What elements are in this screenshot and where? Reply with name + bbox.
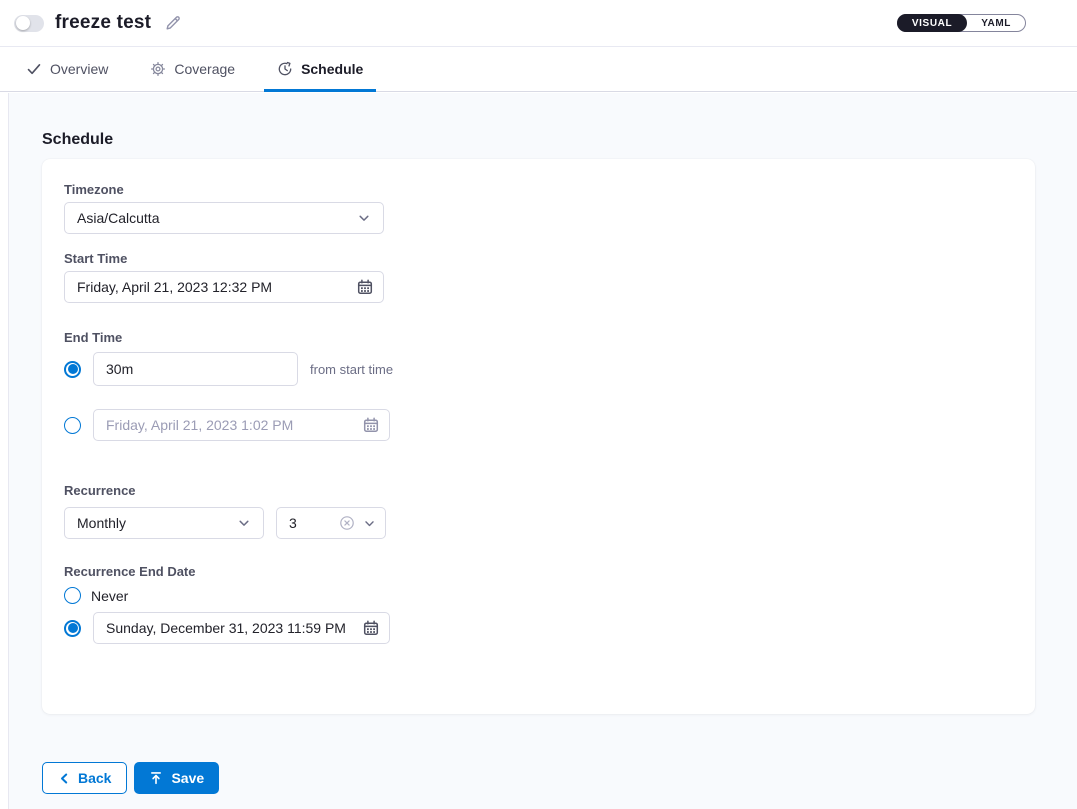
tab-label: Overview xyxy=(50,61,108,77)
start-time-field xyxy=(64,271,384,303)
start-time-input[interactable] xyxy=(65,272,383,302)
yaml-toggle-button[interactable]: YAML xyxy=(967,14,1025,32)
tab-coverage[interactable]: Coverage xyxy=(137,47,248,91)
clear-circle-x-icon[interactable] xyxy=(339,515,355,531)
end-time-duration-radio[interactable] xyxy=(64,361,81,378)
timezone-select[interactable]: Asia/Calcutta xyxy=(64,202,384,234)
tab-bar: Overview Coverage Schedule xyxy=(0,47,1077,92)
tab-schedule[interactable]: Schedule xyxy=(264,47,376,91)
end-time-label: End Time xyxy=(64,330,1035,345)
recurrence-end-date-radio[interactable] xyxy=(64,620,81,637)
duration-input[interactable] xyxy=(94,353,297,385)
gear-icon xyxy=(150,61,166,77)
recurrence-type-select[interactable]: Monthly xyxy=(64,507,264,539)
recurrence-end-date-input[interactable] xyxy=(94,613,389,643)
recurrence-never-radio[interactable] xyxy=(64,587,81,604)
schedule-form-card: Timezone Asia/Calcutta Start Time End Ti… xyxy=(42,159,1035,714)
chevron-left-icon xyxy=(58,772,71,785)
end-time-date-input[interactable] xyxy=(94,410,389,440)
footer-actions: Back Save xyxy=(42,762,1077,794)
check-icon xyxy=(26,61,42,77)
timezone-label: Timezone xyxy=(64,182,1035,197)
recurrence-end-date-label: Recurrence End Date xyxy=(64,564,1035,579)
recurrence-row: Monthly xyxy=(64,507,1035,539)
tab-label: Coverage xyxy=(174,61,235,77)
back-button-label: Back xyxy=(78,770,111,786)
calendar-icon[interactable] xyxy=(363,620,379,636)
tab-overview[interactable]: Overview xyxy=(13,47,121,91)
visual-yaml-toggle: VISUAL YAML xyxy=(897,14,1026,32)
chevron-down-icon xyxy=(357,211,371,225)
end-time-date-row xyxy=(64,409,1035,441)
edit-pencil-icon[interactable] xyxy=(164,14,182,32)
toggle-knob xyxy=(16,16,30,30)
schedule-heading: Schedule xyxy=(42,131,1077,149)
chevron-down-icon xyxy=(237,516,251,530)
recurrence-label: Recurrence xyxy=(64,483,1035,498)
schedule-clock-icon xyxy=(277,61,293,77)
calendar-icon[interactable] xyxy=(357,279,373,295)
freeze-enable-toggle[interactable] xyxy=(14,15,44,32)
end-time-date-field xyxy=(93,409,390,441)
recurrence-end-date-row xyxy=(64,612,1035,644)
recurrence-end-date-field xyxy=(93,612,390,644)
recurrence-interval-field xyxy=(276,507,386,539)
schedule-content: Schedule Timezone Asia/Calcutta Start Ti… xyxy=(0,93,1077,809)
upload-arrow-icon xyxy=(149,771,163,785)
save-button-label: Save xyxy=(171,770,204,786)
save-button[interactable]: Save xyxy=(134,762,219,794)
recurrence-never-row: Never xyxy=(64,587,1035,604)
back-button[interactable]: Back xyxy=(42,762,127,794)
never-option-label: Never xyxy=(91,588,128,604)
chevron-down-icon[interactable] xyxy=(363,517,376,530)
recurrence-type-value: Monthly xyxy=(77,515,126,531)
left-gutter xyxy=(0,93,9,809)
page-title: freeze test xyxy=(55,12,151,34)
end-time-date-radio[interactable] xyxy=(64,417,81,434)
header: freeze test VISUAL YAML xyxy=(0,0,1077,47)
tab-label: Schedule xyxy=(301,61,363,77)
duration-suffix-text: from start time xyxy=(310,362,393,377)
calendar-icon[interactable] xyxy=(363,417,379,433)
freeze-schedule-page: freeze test VISUAL YAML Overview Coverag… xyxy=(0,0,1077,809)
duration-field xyxy=(93,352,298,386)
visual-toggle-button[interactable]: VISUAL xyxy=(897,14,967,32)
start-time-label: Start Time xyxy=(64,251,1035,266)
timezone-value: Asia/Calcutta xyxy=(77,210,159,226)
end-time-duration-row: from start time xyxy=(64,352,1035,386)
